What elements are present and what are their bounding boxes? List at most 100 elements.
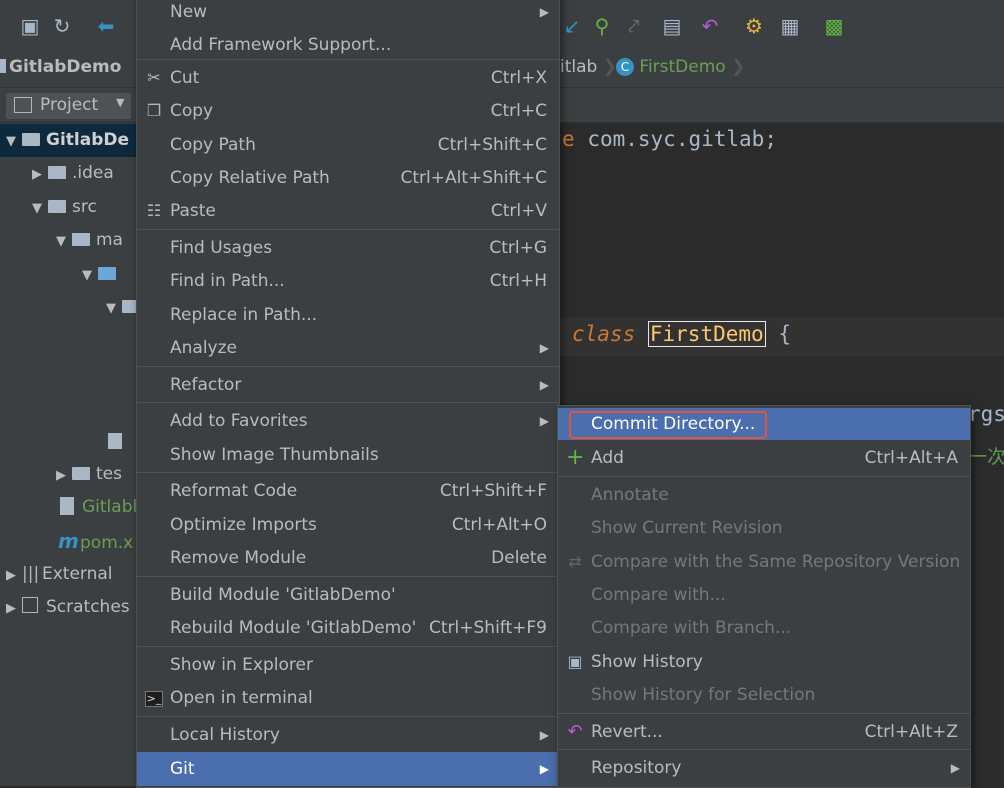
menu-item-paste[interactable]: ☷ Paste Ctrl+V xyxy=(137,195,559,227)
menu-item-add[interactable]: + Add Ctrl+Alt+A xyxy=(558,442,970,474)
menu-item-show-current-revision[interactable]: Show Current Revision xyxy=(558,512,970,544)
dropdown-icon: ▼ xyxy=(116,96,125,109)
project-view-header[interactable]: Project ▼ xyxy=(0,88,140,123)
menu-item-build-module[interactable]: Build Module 'GitlabDemo' xyxy=(137,579,559,611)
menu-item-refactor[interactable]: Refactor ▶ xyxy=(137,369,559,401)
settings-icon[interactable]: ⚙ xyxy=(742,14,766,38)
menu-item-analyze[interactable]: Analyze ▶ xyxy=(137,332,559,364)
menu-item-repository[interactable]: Repository ▶ xyxy=(558,752,970,784)
tree-item-iml[interactable]: Gitlabl xyxy=(0,491,137,524)
tree-item-main[interactable]: ▼ ma xyxy=(0,224,123,257)
menu-item-cut[interactable]: ✂ Cut Ctrl+X xyxy=(137,62,559,94)
menu-item-open-in-terminal[interactable]: >_ Open in terminal xyxy=(137,682,559,714)
project-panel-rows-1-label: .idea xyxy=(72,163,114,183)
menu-item-git[interactable]: Git ▶ xyxy=(137,752,559,786)
menu-item-remove-module[interactable]: Remove Module Delete xyxy=(137,542,559,574)
collapse-icon: ▶ xyxy=(56,468,66,483)
tree-item-src[interactable]: ▼ src xyxy=(0,191,97,224)
menu-item-copy-relative-path[interactable]: Copy Relative Path Ctrl+Alt+Shift+C xyxy=(137,162,559,194)
git-submenu-items-7-label: Show History xyxy=(591,652,703,672)
menu-item-find-usages[interactable]: Find Usages Ctrl+G xyxy=(137,232,559,264)
menu-item-show-history[interactable]: ▣ Show History xyxy=(558,646,970,678)
menu-item-annotate[interactable]: Annotate xyxy=(558,479,970,511)
menu-item-local-history[interactable]: Local History ▶ xyxy=(137,719,559,751)
sync-icon[interactable]: ↻ xyxy=(50,14,74,38)
breadcrumb-package[interactable]: itlab ❯ xyxy=(560,57,617,77)
project-structure-icon[interactable]: ▦ xyxy=(778,14,802,38)
menu-item-reformat-code[interactable]: Reformat Code Ctrl+Shift+F xyxy=(137,475,559,507)
terminal-icon: >_ xyxy=(145,691,163,707)
project-panel-rows-8-label: pom.x xyxy=(80,533,134,553)
tree-item-package[interactable]: ▼ xyxy=(0,291,146,324)
sdk-icon[interactable]: ▩ xyxy=(822,14,846,38)
menu-item-copy[interactable]: ❐ Copy Ctrl+C xyxy=(137,95,559,127)
submenu-arrow-icon: ▶ xyxy=(539,414,549,428)
expand-icon: ▼ xyxy=(6,134,16,149)
menu-separator xyxy=(137,402,559,403)
menu-item-show-history-selection[interactable]: Show History for Selection xyxy=(558,679,970,711)
git-submenu-items-1-shortcut: Ctrl+Alt+A xyxy=(864,448,958,468)
menu-item-add-framework-support[interactable]: Add Framework Support... xyxy=(137,29,559,61)
code-fragment: rgs xyxy=(968,402,1004,426)
tree-item-idea[interactable]: ▶ .idea xyxy=(0,157,114,190)
expand-icon: ▼ xyxy=(32,201,42,216)
tree-item-gitlabdemo[interactable]: ▼ GitlabDe xyxy=(0,124,140,157)
library-icon: ||| xyxy=(22,564,40,584)
tree-item-pom[interactable]: mpom.x xyxy=(0,525,133,558)
editor-tabs xyxy=(560,88,1004,123)
vcs-commit-icon[interactable]: ⚲ xyxy=(590,14,614,38)
context-menu-items-5-label: Copy Relative Path xyxy=(170,168,330,188)
tree-item-external-libraries[interactable]: ▶ ||| External xyxy=(0,558,113,591)
menu-separator xyxy=(558,749,970,750)
menu-item-find-in-path[interactable]: Find in Path... Ctrl+H xyxy=(137,265,559,297)
project-panel-rows-2-label: src xyxy=(72,197,97,217)
tree-item-java[interactable]: ▼ xyxy=(0,258,122,291)
project-panel-rows-10-label: Scratches xyxy=(46,597,130,617)
vcs-compare-icon[interactable]: ⤤ xyxy=(622,14,646,38)
editor-brace: { xyxy=(778,322,791,346)
menu-item-compare-with-branch[interactable]: Compare with Branch... xyxy=(558,612,970,644)
context-menu-items-6-shortcut: Ctrl+V xyxy=(490,201,547,221)
submenu-arrow-icon: ▶ xyxy=(950,761,960,775)
menu-item-compare-same-repo[interactable]: ⇄ Compare with the Same Repository Versi… xyxy=(558,546,970,578)
menu-separator xyxy=(137,59,559,60)
expand-icon: ▼ xyxy=(106,301,116,316)
editor-package-line: com.syc.gitlab; xyxy=(587,127,777,151)
project-view-selector[interactable]: Project ▼ xyxy=(6,93,131,119)
context-menu-items-18-label: Rebuild Module 'GitlabDemo' xyxy=(170,618,417,638)
context-menu-items-2-label: Cut xyxy=(170,68,200,88)
breadcrumb-file[interactable]: C FirstDemo ❯ xyxy=(616,57,745,77)
context-menu-items-1-label: Add Framework Support... xyxy=(170,35,392,55)
context-menu-items-3-shortcut: Ctrl+C xyxy=(490,101,547,121)
context-menu-items-4-shortcut: Ctrl+Shift+C xyxy=(437,135,547,155)
menu-item-commit-directory[interactable]: Commit Directory... xyxy=(558,408,970,440)
breadcrumb-package-tail: itlab xyxy=(560,57,598,77)
menu-separator xyxy=(137,366,559,367)
tree-item-resource[interactable] xyxy=(108,426,122,459)
plus-icon: + xyxy=(566,445,585,470)
menu-item-optimize-imports[interactable]: Optimize Imports Ctrl+Alt+O xyxy=(137,509,559,541)
menu-item-rebuild-module[interactable]: Rebuild Module 'GitlabDemo' Ctrl+Shift+F9 xyxy=(137,612,559,644)
menu-item-show-in-explorer[interactable]: Show in Explorer xyxy=(137,649,559,681)
save-icon[interactable]: ▣ xyxy=(18,14,42,38)
breadcrumb-file: FirstDemo xyxy=(639,57,726,77)
vcs-revert-icon[interactable]: ↶ xyxy=(698,14,722,38)
breadcrumb-project[interactable]: GitlabDemo xyxy=(0,57,121,77)
menu-item-replace-in-path[interactable]: Replace in Path... xyxy=(137,299,559,331)
project-panel-rows-3-label: ma xyxy=(96,230,123,250)
vcs-history-icon[interactable]: ▤ xyxy=(660,14,684,38)
menu-separator xyxy=(137,646,559,647)
tree-item-test[interactable]: ▶ tes xyxy=(0,458,122,491)
menu-item-add-to-favorites[interactable]: Add to Favorites ▶ xyxy=(137,405,559,437)
menu-item-compare-with[interactable]: Compare with... xyxy=(558,579,970,611)
context-menu-items-9-label: Replace in Path... xyxy=(170,305,318,325)
menu-item-new[interactable]: New ▶ xyxy=(137,0,559,28)
back-arrow-icon[interactable]: ⬅ xyxy=(94,14,118,38)
context-menu-items-6-label: Paste xyxy=(170,201,216,221)
vcs-update-icon[interactable]: ↙ xyxy=(560,14,584,38)
tree-item-scratches[interactable]: ▶ Scratches xyxy=(0,591,130,624)
menu-item-copy-path[interactable]: Copy Path Ctrl+Shift+C xyxy=(137,129,559,161)
code-line-class: class FirstDemo { xyxy=(572,321,791,347)
menu-item-revert[interactable]: ↶ Revert... Ctrl+Alt+Z xyxy=(558,716,970,748)
menu-item-show-image-thumbnails[interactable]: Show Image Thumbnails xyxy=(137,439,559,471)
